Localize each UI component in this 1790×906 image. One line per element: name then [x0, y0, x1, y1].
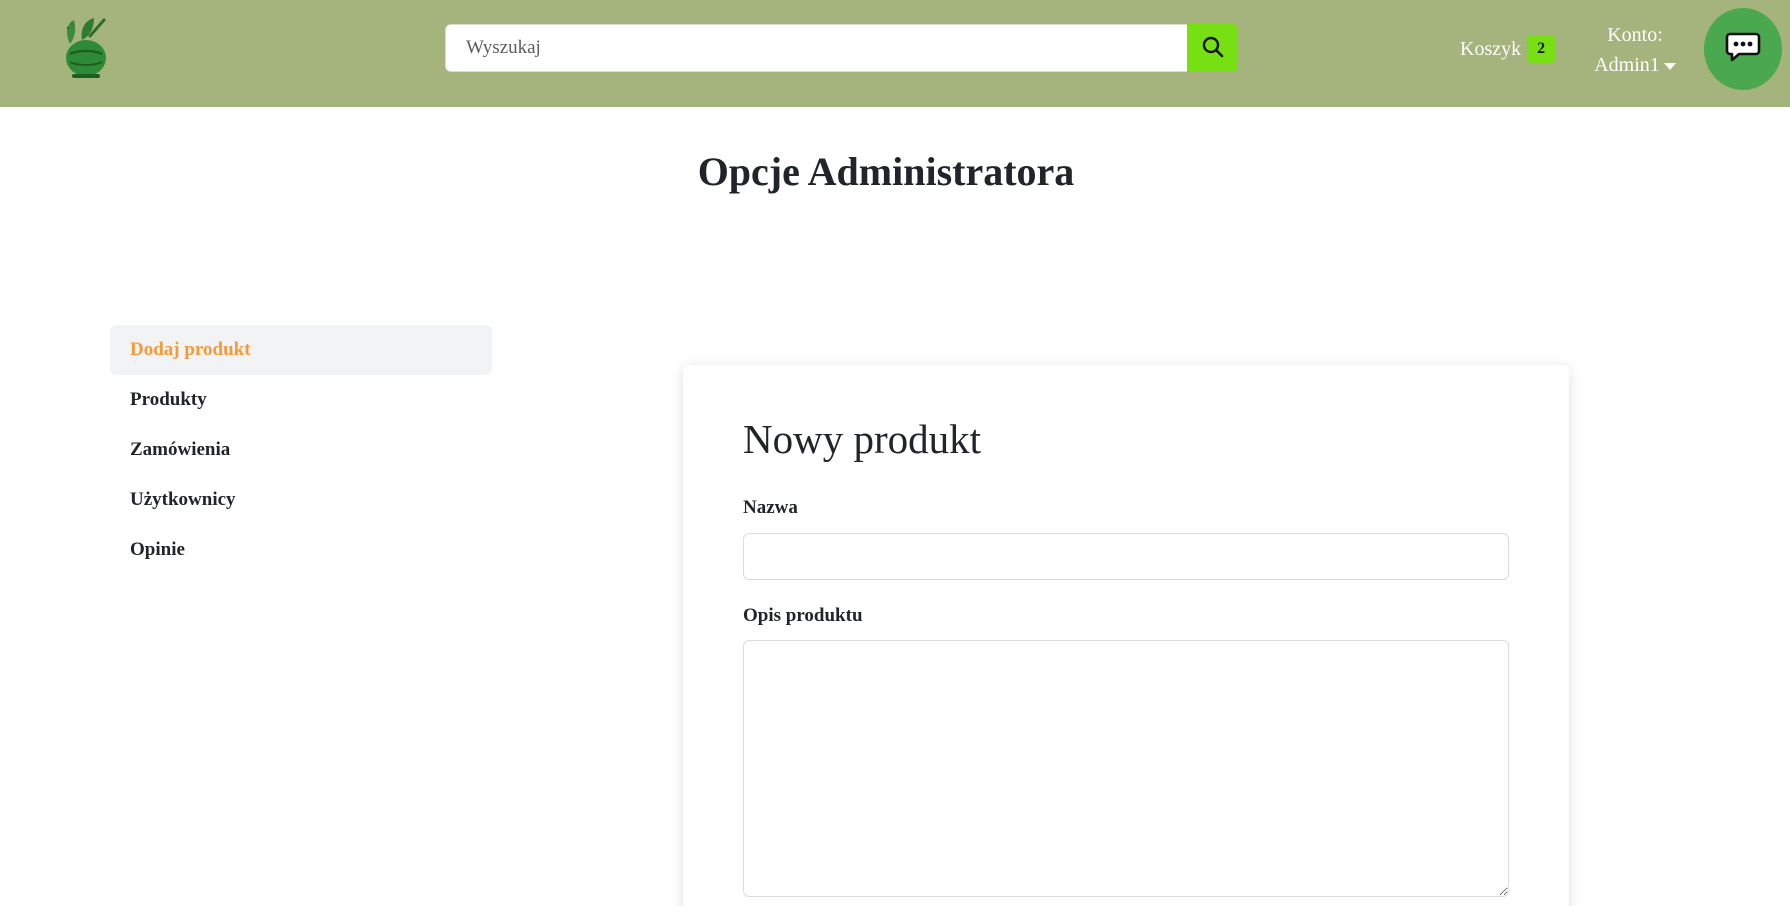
chat-bubble-icon: [1725, 31, 1761, 68]
top-navbar: Koszyk 2 Konto: Admin1: [0, 0, 1790, 107]
page-title: Opcje Administratora: [697, 149, 1075, 194]
new-product-card: Nowy produkt Nazwa Opis produktu: [683, 365, 1569, 906]
description-label: Opis produktu: [743, 605, 863, 626]
admin-sidebar: Dodaj produkt Produkty Zamówienia Użytko…: [110, 325, 492, 575]
account-username: Admin1: [1594, 54, 1660, 76]
name-input[interactable]: [743, 533, 1509, 580]
search-button[interactable]: [1187, 24, 1238, 72]
caret-down-icon: [1663, 62, 1676, 70]
cart-link[interactable]: Koszyk 2: [1460, 34, 1556, 64]
sidebar-item-add-product[interactable]: Dodaj produkt: [110, 325, 492, 375]
search-bar: [445, 24, 1238, 72]
search-input[interactable]: [445, 24, 1187, 72]
cart-label: Koszyk: [1460, 37, 1522, 60]
description-textarea[interactable]: [743, 640, 1509, 897]
sidebar-item-reviews[interactable]: Opinie: [110, 525, 492, 575]
mortar-leaf-logo[interactable]: [60, 14, 112, 80]
name-label: Nazwa: [743, 497, 798, 518]
search-icon: [1202, 36, 1224, 61]
sidebar-item-orders[interactable]: Zamówienia: [110, 425, 492, 475]
sidebar-item-products[interactable]: Produkty: [110, 375, 492, 425]
chat-button[interactable]: [1704, 8, 1782, 90]
account-label: Konto:: [1607, 24, 1663, 46]
account-dropdown[interactable]: Konto: Admin1: [1580, 20, 1690, 80]
cart-count-badge: 2: [1527, 35, 1556, 63]
form-title: Nowy produkt: [743, 416, 982, 462]
sidebar-item-users[interactable]: Użytkownicy: [110, 475, 492, 525]
